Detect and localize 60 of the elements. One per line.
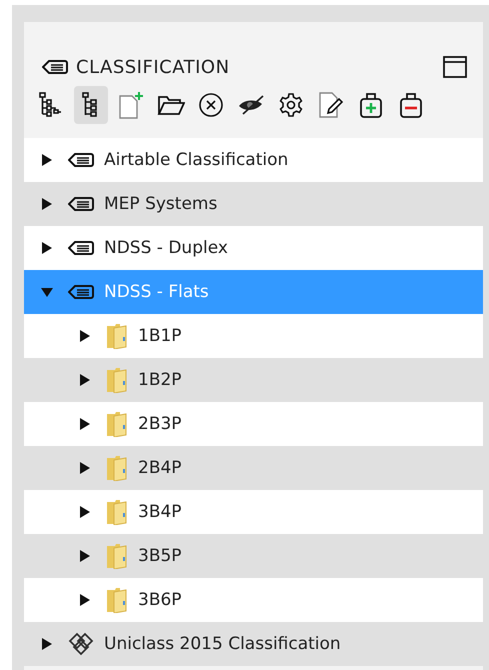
tree-label: 2B3P (138, 414, 182, 434)
tag-icon (68, 284, 94, 300)
folder-icon (106, 411, 128, 437)
tree-row[interactable]: 3B6P (24, 578, 483, 622)
bag-plus-icon (359, 91, 383, 119)
new-file-icon (118, 91, 144, 119)
folder-icon (106, 455, 128, 481)
tree-label: NDSS - Flats (104, 282, 209, 302)
tag-icon (68, 152, 94, 168)
tree-row[interactable]: Airtable Classification (24, 138, 483, 182)
bag-minus-icon (399, 91, 423, 119)
tree-label: NDSS - Duplex (104, 238, 228, 258)
expand-arrow-icon[interactable] (78, 329, 92, 343)
expand-arrow-icon[interactable] (40, 637, 54, 651)
circle-x-icon (198, 92, 224, 118)
expand-arrow-icon[interactable] (78, 549, 92, 563)
tree-row[interactable]: 2B4P (24, 446, 483, 490)
expand-arrow-icon[interactable] (40, 241, 54, 255)
expand-arrow-icon[interactable] (78, 505, 92, 519)
tree-label: 1B1P (138, 326, 182, 346)
interlocked-diamonds-icon (68, 631, 94, 657)
tag-icon (68, 196, 94, 212)
tag-icon (42, 59, 68, 75)
tree-label: 3B4P (138, 502, 182, 522)
tree-row[interactable]: MEP Systems (24, 182, 483, 226)
expand-arrow-icon[interactable] (40, 153, 54, 167)
expand-arrow-icon[interactable] (78, 593, 92, 607)
panel-title: CLASSIFICATION (76, 56, 231, 78)
tag-icon (68, 240, 94, 256)
tree-label: 3B5P (138, 546, 182, 566)
folder-icon (106, 323, 128, 349)
expand-arrow-icon[interactable] (40, 197, 54, 211)
settings-icon (278, 92, 304, 118)
folder-icon (106, 587, 128, 613)
expand-arrow-icon[interactable] (78, 417, 92, 431)
tree-row[interactable]: Uniclass 2015 Classification (24, 622, 483, 666)
tree-label: 2B4P (138, 458, 182, 478)
tree-list-button[interactable] (74, 86, 108, 124)
tree-row[interactable]: 3B5P (24, 534, 483, 578)
tree-label: Uniclass 2015 Classification (104, 634, 341, 654)
expand-arrow-icon[interactable] (78, 373, 92, 387)
folder-icon (106, 543, 128, 569)
tree-label: 3B6P (138, 590, 182, 610)
tree-label: Airtable Classification (104, 150, 288, 170)
crossed-eye-icon (237, 94, 265, 116)
tree-branch-icon (39, 92, 63, 118)
folder-icon (106, 367, 128, 393)
tree-row[interactable]: 2B3P (24, 402, 483, 446)
tree-row[interactable]: 1B1P (24, 314, 483, 358)
tree-row[interactable]: NDSS - Duplex (24, 226, 483, 270)
collapse-arrow-icon[interactable] (40, 285, 54, 299)
tree-row[interactable]: 3B4P (24, 490, 483, 534)
tree-label: MEP Systems (104, 194, 218, 214)
window-icon[interactable] (443, 56, 467, 78)
edit-file-icon (318, 91, 344, 119)
tree-row[interactable]: 1B2P (24, 358, 483, 402)
expand-arrow-icon[interactable] (78, 461, 92, 475)
folder-icon (106, 499, 128, 525)
tree-label: 1B2P (138, 370, 182, 390)
folder-icon (157, 94, 185, 116)
